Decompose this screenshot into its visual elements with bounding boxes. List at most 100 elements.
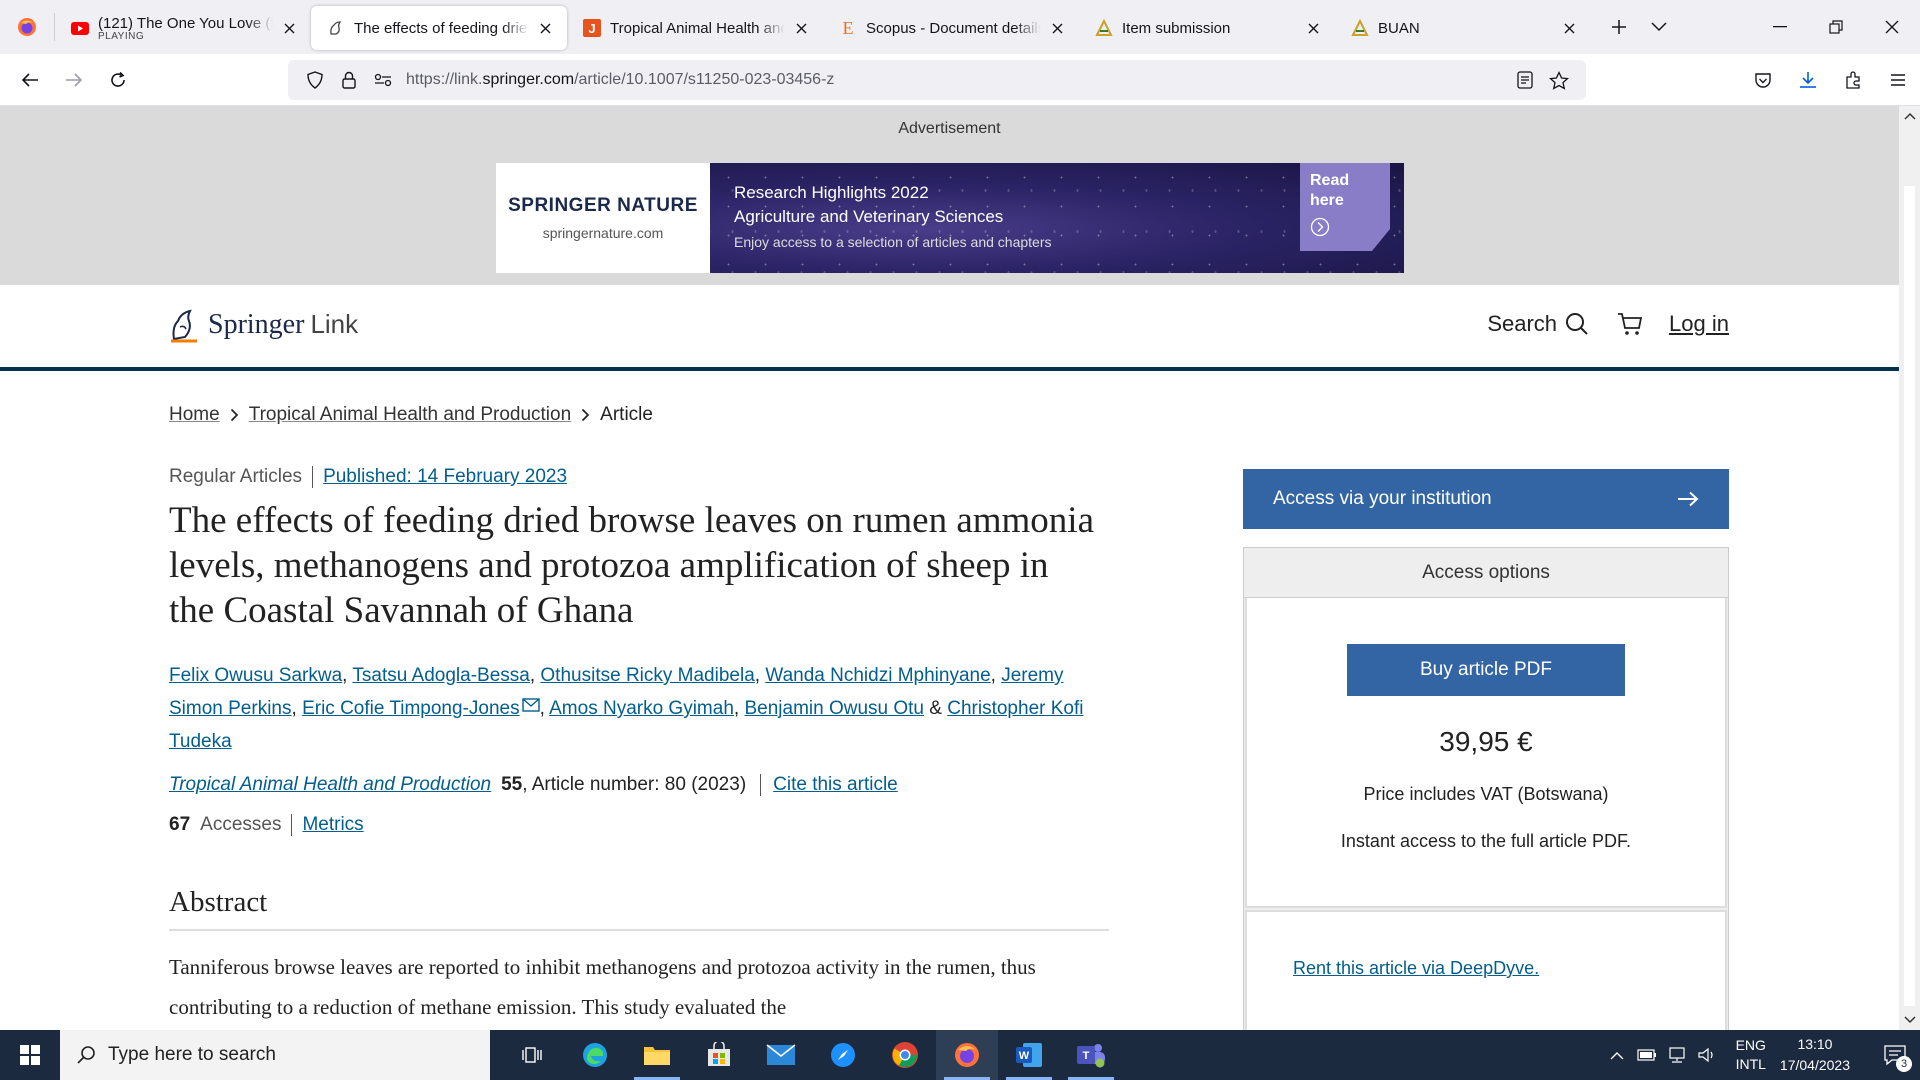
scroll-down-icon[interactable] bbox=[1899, 1010, 1920, 1030]
breadcrumb-journal-link[interactable]: Tropical Animal Health and Production bbox=[249, 404, 571, 426]
firefox-view-button[interactable] bbox=[0, 0, 54, 54]
envelope-icon[interactable] bbox=[521, 698, 540, 712]
abstract-text: Tanniferous browse leaves are reported t… bbox=[169, 955, 1036, 1019]
rent-deepdyve-link[interactable]: Rent this article via DeepDyve. bbox=[1293, 958, 1539, 978]
network-icon[interactable] bbox=[1662, 1047, 1692, 1063]
pocket-icon[interactable] bbox=[1740, 60, 1785, 100]
tab-journal[interactable]: J Tropical Animal Health and bbox=[567, 6, 823, 50]
accesses-label: Accesses bbox=[200, 814, 282, 835]
app-menu-icon[interactable] bbox=[1875, 60, 1920, 100]
microsoft-store-icon[interactable] bbox=[688, 1030, 750, 1080]
word-icon[interactable]: W bbox=[998, 1030, 1060, 1080]
author-link[interactable]: Eric Cofie Timpong-Jones bbox=[302, 698, 520, 719]
published-date-link[interactable]: Published: 14 February 2023 bbox=[312, 466, 567, 488]
journal-link[interactable]: Tropical Animal Health and Production bbox=[169, 774, 491, 796]
breadcrumb-home-link[interactable]: Home bbox=[169, 404, 220, 426]
logo-word: Springer bbox=[208, 309, 305, 340]
svg-text:J: J bbox=[588, 21, 595, 36]
extensions-icon[interactable] bbox=[1830, 60, 1875, 100]
header-search-button[interactable]: Search bbox=[1487, 311, 1589, 337]
address-bar[interactable]: https://link.springer.com/article/10.100… bbox=[288, 60, 1586, 100]
back-arrow-icon[interactable] bbox=[8, 60, 52, 100]
volume-icon[interactable] bbox=[1692, 1047, 1722, 1063]
author-link[interactable]: Benjamin Owusu Otu bbox=[744, 698, 924, 719]
forward-arrow-icon[interactable] bbox=[52, 60, 96, 100]
close-window-icon[interactable] bbox=[1864, 0, 1920, 54]
springer-link-logo[interactable]: Springer Link bbox=[168, 307, 358, 343]
author-link[interactable]: Felix Owusu Sarkwa bbox=[169, 665, 342, 686]
firefox-icon bbox=[18, 18, 36, 36]
input-language[interactable]: ENG INTL bbox=[1736, 1036, 1766, 1074]
access-via-institution-button[interactable]: Access via your institution bbox=[1243, 469, 1729, 529]
task-view-icon[interactable] bbox=[502, 1030, 564, 1080]
ad-banner[interactable]: SPRINGER NATURE springernature.com Resea… bbox=[496, 163, 1404, 273]
new-tab-icon[interactable] bbox=[1599, 7, 1639, 47]
search-label: Search bbox=[1487, 311, 1558, 336]
tab-buan[interactable]: BUAN bbox=[1335, 6, 1591, 50]
edge-browser-icon[interactable] bbox=[564, 1030, 626, 1080]
tracking-shield-icon[interactable] bbox=[298, 63, 332, 97]
taskbar-search-placeholder: Type here to search bbox=[108, 1044, 276, 1065]
battery-icon[interactable] bbox=[1632, 1049, 1662, 1061]
close-tab-icon[interactable] bbox=[791, 18, 811, 38]
taskbar-clock[interactable]: 13:10 17/04/2023 bbox=[1780, 1034, 1850, 1076]
ad-read-here-button[interactable]: Read here bbox=[1300, 163, 1390, 251]
list-tabs-chevron-icon[interactable] bbox=[1639, 7, 1679, 47]
safari-compass-icon[interactable] bbox=[812, 1030, 874, 1080]
close-tab-icon[interactable] bbox=[535, 18, 555, 38]
permissions-icon[interactable] bbox=[366, 63, 400, 97]
author-link[interactable]: Tsatsu Adogla-Bessa bbox=[352, 665, 529, 686]
close-tab-icon[interactable] bbox=[279, 18, 299, 38]
reload-icon[interactable] bbox=[96, 60, 140, 100]
scopus-e-icon: E bbox=[839, 19, 857, 37]
bookmark-star-icon[interactable] bbox=[1542, 63, 1576, 97]
file-explorer-icon[interactable] bbox=[626, 1030, 688, 1080]
scrollbar-thumb[interactable] bbox=[1904, 186, 1915, 1006]
teams-icon[interactable]: T bbox=[1060, 1030, 1122, 1080]
mail-icon[interactable] bbox=[750, 1030, 812, 1080]
tab-title: (121) The One You Love (fea bbox=[98, 14, 273, 32]
author-link[interactable]: Wanda Nchidzi Mphinyane bbox=[765, 665, 990, 686]
buy-article-pdf-button[interactable]: Buy article PDF bbox=[1347, 644, 1625, 696]
chevron-up-icon[interactable] bbox=[1602, 1051, 1632, 1060]
article-type: Regular Articles bbox=[169, 466, 303, 487]
article-price: 39,95 € bbox=[1439, 726, 1533, 757]
windows-taskbar: Type here to search W T ENG INTL 13:10 1… bbox=[0, 1030, 1920, 1080]
chrome-icon[interactable] bbox=[874, 1030, 936, 1080]
padlock-icon[interactable] bbox=[332, 63, 366, 97]
author-separator: , bbox=[990, 665, 996, 686]
page-scrollbar[interactable] bbox=[1899, 106, 1920, 1030]
windows-start-icon[interactable] bbox=[0, 1030, 60, 1080]
reader-view-icon[interactable] bbox=[1508, 63, 1542, 97]
notifications-icon[interactable]: 3 bbox=[1870, 1030, 1920, 1080]
minimize-window-icon[interactable] bbox=[1752, 0, 1808, 54]
close-tab-icon[interactable] bbox=[1047, 18, 1067, 38]
cart-icon[interactable] bbox=[1617, 312, 1643, 336]
cite-article-link[interactable]: Cite this article bbox=[760, 774, 898, 796]
firefox-taskbar-icon[interactable] bbox=[936, 1030, 998, 1080]
close-tab-icon[interactable] bbox=[1303, 18, 1323, 38]
clock-time: 13:10 bbox=[1797, 1036, 1833, 1052]
keyboard-layout: INTL bbox=[1735, 1056, 1766, 1072]
ad-artwork: Research Highlights 2022 Agriculture and… bbox=[710, 163, 1404, 273]
close-tab-icon[interactable] bbox=[1559, 18, 1579, 38]
tab-title: The effects of feeding dried bbox=[354, 19, 529, 37]
tab-title: BUAN bbox=[1378, 19, 1420, 37]
arrow-circle-icon bbox=[1310, 217, 1380, 237]
access-sidebar: Access via your institution Access optio… bbox=[1243, 469, 1729, 1030]
ad-brand-url: springernature.com bbox=[542, 225, 664, 241]
downloads-icon[interactable] bbox=[1785, 60, 1830, 100]
metrics-link[interactable]: Metrics bbox=[291, 814, 364, 836]
ad-cta-label: Read here bbox=[1310, 172, 1350, 209]
author-link[interactable]: Othusitse Ricky Madibela bbox=[540, 665, 754, 686]
tab-youtube[interactable]: (121) The One You Love (fea PLAYING bbox=[55, 6, 311, 50]
author-link[interactable]: Amos Nyarko Gyimah bbox=[549, 698, 734, 719]
tab-item-submission[interactable]: Item submission bbox=[1079, 6, 1335, 50]
scroll-up-icon[interactable] bbox=[1899, 106, 1920, 126]
restore-window-icon[interactable] bbox=[1808, 0, 1864, 54]
tab-article[interactable]: The effects of feeding dried bbox=[311, 6, 567, 50]
tab-scopus[interactable]: E Scopus - Document details bbox=[823, 6, 1079, 50]
login-link[interactable]: Log in bbox=[1669, 311, 1729, 337]
taskbar-search-box[interactable]: Type here to search bbox=[60, 1030, 490, 1080]
ad-brand: SPRINGER NATURE bbox=[508, 195, 698, 216]
